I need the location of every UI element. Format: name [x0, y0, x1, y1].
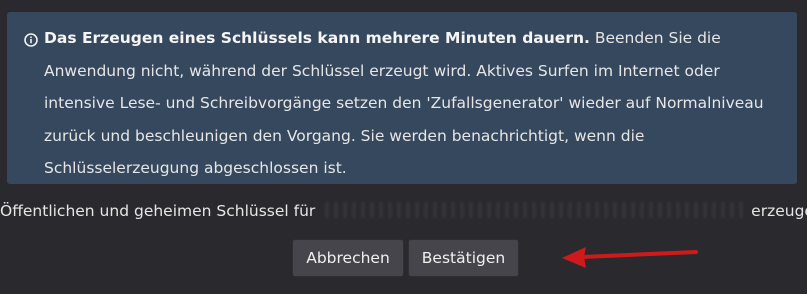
confirmation-question: Öffentlichen und geheimen Schlüssel für …	[0, 198, 807, 224]
question-suffix: erzeugen?	[751, 202, 807, 220]
question-prefix: Öffentlichen und geheimen Schlüssel für	[0, 202, 316, 220]
info-notice: Das Erzeugen eines Schlüssels kann mehre…	[7, 12, 797, 184]
confirm-button[interactable]: Bestätigen	[408, 239, 519, 277]
annotation-arrow-icon	[562, 247, 698, 268]
info-bold-text: Das Erzeugen eines Schlüssels kann mehre…	[44, 29, 590, 47]
redacted-identity	[320, 202, 747, 218]
cancel-button[interactable]: Abbrechen	[292, 239, 404, 277]
key-generation-dialog: Das Erzeugen eines Schlüssels kann mehre…	[0, 0, 807, 294]
info-body-text: Beenden Sie die Anwendung nicht, während…	[44, 29, 764, 177]
info-circle-icon	[24, 33, 38, 47]
